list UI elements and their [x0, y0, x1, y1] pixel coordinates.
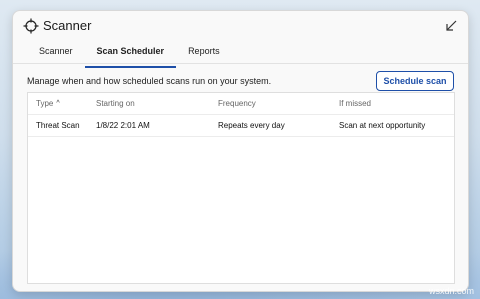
scanner-window: Scanner Scanner Scan Scheduler Reports M…	[12, 10, 469, 292]
schedule-table: Type ^ Starting on Frequency If missed Th…	[27, 92, 455, 284]
column-header-frequency[interactable]: Frequency	[218, 93, 256, 114]
watermark: wsxdn.com	[428, 286, 474, 296]
schedule-scan-button[interactable]: Schedule scan	[376, 71, 454, 91]
sort-ascending-icon: ^	[56, 100, 60, 107]
tab-reports[interactable]: Reports	[176, 41, 232, 65]
column-header-type[interactable]: Type ^	[36, 93, 60, 114]
cell-if-missed: Scan at next opportunity	[339, 121, 426, 130]
tab-divider	[13, 63, 468, 64]
window-title: Scanner	[43, 18, 92, 33]
crosshair-icon	[23, 18, 39, 34]
column-header-starting-on[interactable]: Starting on	[96, 93, 135, 114]
column-header-if-missed[interactable]: If missed	[339, 93, 371, 114]
title-bar: Scanner	[13, 11, 468, 41]
table-header: Type ^ Starting on Frequency If missed	[28, 93, 454, 115]
cell-frequency: Repeats every day	[218, 121, 285, 130]
column-header-type-label: Type	[36, 99, 54, 108]
cell-type: Threat Scan	[36, 121, 80, 130]
table-row[interactable]: Threat Scan 1/8/22 2:01 AM Repeats every…	[28, 115, 454, 137]
restore-icon[interactable]	[444, 19, 458, 33]
scheduler-description: Manage when and how scheduled scans run …	[27, 76, 272, 86]
tab-bar: Scanner Scan Scheduler Reports	[27, 41, 232, 68]
tab-scan-scheduler[interactable]: Scan Scheduler	[84, 41, 177, 68]
tab-scanner[interactable]: Scanner	[27, 41, 85, 65]
cell-starting-on: 1/8/22 2:01 AM	[96, 121, 150, 130]
